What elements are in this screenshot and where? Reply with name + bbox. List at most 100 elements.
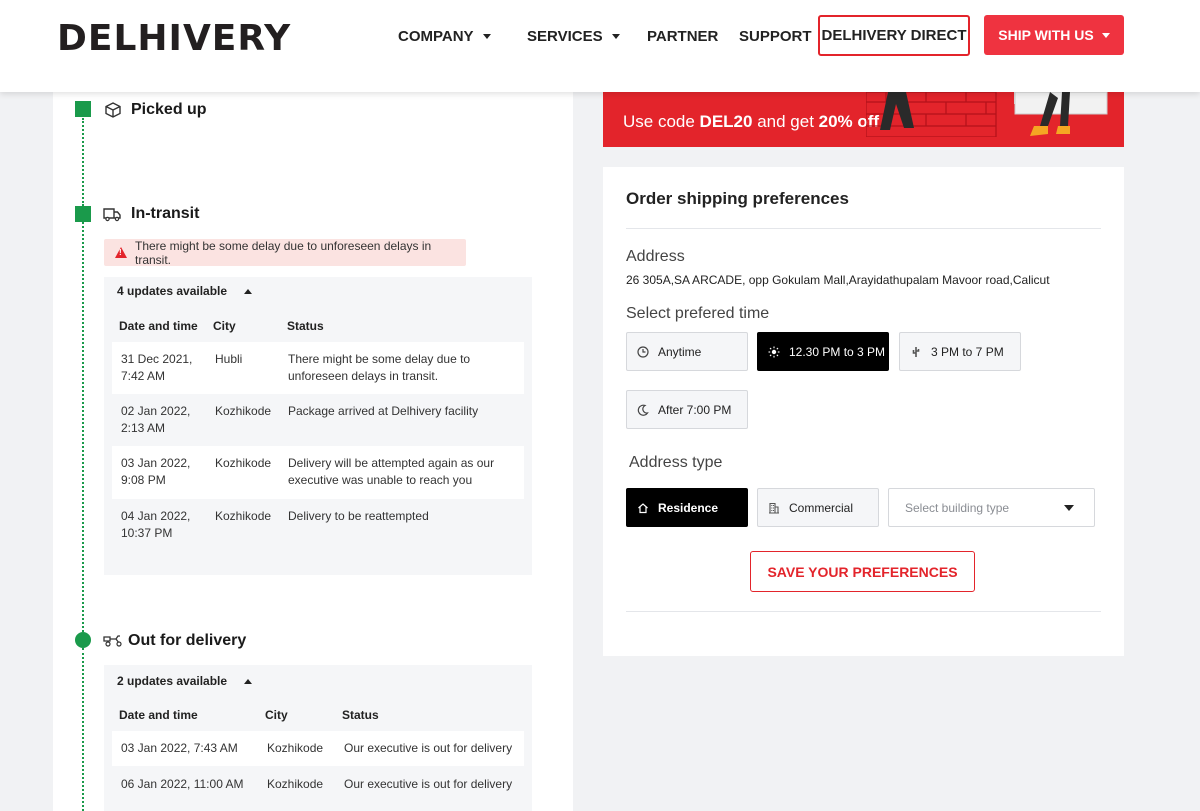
timeline-marker bbox=[75, 206, 91, 222]
delhivery-logo[interactable]: DELHIVERY bbox=[57, 21, 291, 57]
timeline-marker bbox=[75, 632, 91, 648]
preferences-title: Order shipping preferences bbox=[626, 189, 849, 208]
chevron-up-icon bbox=[244, 289, 253, 295]
row-time: 10:37 PM bbox=[121, 526, 173, 540]
time-option-3-7pm[interactable]: 3 PM to 7 PM bbox=[899, 332, 1021, 371]
column-header-date: Date and time bbox=[119, 319, 198, 333]
delhivery-direct-button[interactable]: DELHIVERY DIRECT bbox=[818, 15, 970, 56]
row-date: 03 Jan 2022, bbox=[121, 456, 191, 470]
row-city: Kozhikode bbox=[215, 509, 272, 523]
updates-count: 2 updates available bbox=[117, 674, 228, 688]
ship-with-us-button[interactable]: SHIP WITH US bbox=[984, 15, 1124, 55]
divider bbox=[626, 228, 1101, 229]
time-option-anytime[interactable]: Anytime bbox=[626, 332, 748, 371]
time-option-after-7pm[interactable]: After 7:00 PM bbox=[626, 390, 748, 429]
warning-icon bbox=[115, 247, 127, 258]
promo-code: DEL20 bbox=[699, 112, 753, 131]
updates-toggle[interactable]: 4 updates available bbox=[117, 284, 253, 298]
caret-down-icon bbox=[1064, 505, 1074, 511]
time-option-label: 3 PM to 7 PM bbox=[931, 344, 1004, 359]
home-icon bbox=[638, 502, 648, 513]
sun-icon bbox=[768, 346, 780, 357]
chevron-down-icon bbox=[482, 33, 491, 39]
address-type-label: Address type bbox=[629, 454, 723, 471]
column-header-city: City bbox=[213, 319, 236, 333]
address-type-commercial[interactable]: Commercial bbox=[757, 488, 879, 527]
delivery-scooter-icon bbox=[103, 635, 122, 647]
chevron-up-icon bbox=[244, 679, 253, 685]
delay-alert: There might be some delay due to unfores… bbox=[104, 238, 466, 267]
timeline-connector bbox=[82, 648, 84, 811]
nav-services[interactable]: SERVICES bbox=[527, 0, 620, 72]
row-status: Delivery will be attempted again as our bbox=[288, 456, 495, 470]
building-icon bbox=[769, 502, 779, 514]
row-time: 2:13 AM bbox=[121, 421, 166, 435]
row-status: Package arrived at Delhivery facility bbox=[288, 404, 479, 418]
timeline-marker bbox=[75, 101, 91, 117]
timeline-connector bbox=[82, 222, 84, 632]
row-date: 02 Jan 2022, bbox=[121, 404, 191, 418]
row-date: 03 Jan 2022, 7:43 AM bbox=[121, 741, 238, 755]
nav-company[interactable]: COMPANY bbox=[398, 0, 491, 72]
building-type-select[interactable]: Select building type bbox=[888, 488, 1095, 527]
building-type-placeholder: Select building type bbox=[905, 500, 1010, 515]
column-header-date: Date and time bbox=[119, 708, 198, 722]
promo-prefix: Use code bbox=[623, 112, 700, 131]
time-label: Select prefered time bbox=[626, 305, 770, 322]
chevron-down-icon bbox=[611, 33, 620, 39]
site-header: DELHIVERY COMPANY SERVICES PARTNER SUPPO… bbox=[0, 0, 1200, 92]
updates-count: 4 updates available bbox=[117, 284, 228, 298]
row-date: 06 Jan 2022, 11:00 AM bbox=[121, 777, 244, 791]
cactus-icon bbox=[912, 346, 920, 357]
stage-title-in-transit: In-transit bbox=[131, 205, 200, 222]
column-header-status: Status bbox=[287, 319, 324, 333]
time-option-1230-3pm[interactable]: 12.30 PM to 3 PM bbox=[757, 332, 889, 371]
time-option-label: 12.30 PM to 3 PM bbox=[789, 344, 886, 359]
promo-text: Use code DEL20 and get 20% off bbox=[623, 112, 879, 132]
table-row: 03 Jan 2022, 7:43 AM Kozhikode Our execu… bbox=[112, 731, 524, 766]
address-type-label-text: Residence bbox=[658, 500, 719, 515]
logo-text: DELHIVERY bbox=[57, 18, 292, 59]
delhivery-direct-label: DELHIVERY DIRECT bbox=[821, 27, 967, 44]
divider bbox=[626, 611, 1101, 612]
updates-toggle[interactable]: 2 updates available bbox=[117, 674, 253, 688]
nav-company-label: COMPANY bbox=[398, 27, 474, 45]
address-label: Address bbox=[626, 248, 685, 265]
time-option-label: Anytime bbox=[658, 344, 702, 359]
nav-partner-label: PARTNER bbox=[647, 27, 719, 45]
table-row: 03 Jan 2022, 9:08 PM Kozhikode Delivery … bbox=[112, 446, 524, 499]
nav-support[interactable]: SUPPORT bbox=[739, 0, 812, 72]
nav-support-label: SUPPORT bbox=[739, 27, 812, 45]
row-city: Hubli bbox=[215, 352, 243, 366]
table-row: 31 Dec 2021, 7:42 AM Hubli There might b… bbox=[112, 342, 524, 394]
save-preferences-button[interactable]: SAVE YOUR PREFERENCES bbox=[750, 551, 975, 592]
promo-middle: and get bbox=[752, 112, 819, 131]
row-city: Kozhikode bbox=[267, 741, 324, 755]
clock-icon bbox=[637, 345, 649, 358]
row-status-cont: executive was unable to reach you bbox=[288, 473, 473, 487]
promo-illustration bbox=[866, 92, 1016, 137]
time-option-label: After 7:00 PM bbox=[658, 402, 732, 417]
ship-with-us-label: SHIP WITH US bbox=[998, 27, 1094, 43]
row-time: 7:42 AM bbox=[121, 369, 166, 383]
row-status-cont: unforeseen delays in transit. bbox=[288, 369, 439, 383]
column-header-status: Status bbox=[342, 708, 379, 722]
nav-partner[interactable]: PARTNER bbox=[647, 0, 718, 72]
truck-icon bbox=[103, 208, 121, 222]
moon-icon bbox=[637, 404, 649, 416]
row-status: Our executive is out for delivery bbox=[344, 741, 513, 755]
row-city: Kozhikode bbox=[267, 777, 324, 791]
table-row: 02 Jan 2022, 2:13 AM Kozhikode Package a… bbox=[112, 394, 524, 446]
table-row: 04 Jan 2022, 10:37 PM Kozhikode Delivery… bbox=[112, 499, 524, 551]
column-header-city: City bbox=[265, 708, 288, 722]
box-icon bbox=[105, 102, 121, 118]
row-city: Kozhikode bbox=[215, 404, 272, 418]
delay-alert-text: There might be some delay due to unfores… bbox=[135, 238, 432, 267]
save-preferences-label: SAVE YOUR PREFERENCES bbox=[767, 563, 958, 580]
address-type-residence[interactable]: Residence bbox=[626, 488, 748, 527]
row-status: Delivery to be reattempted bbox=[288, 509, 429, 523]
address-value: 26 305A,SA ARCADE, opp Gokulam Mall,Aray… bbox=[626, 273, 1050, 287]
stage-title-picked-up: Picked up bbox=[131, 101, 207, 118]
chevron-down-icon bbox=[1101, 32, 1110, 38]
row-city: Kozhikode bbox=[215, 456, 272, 470]
